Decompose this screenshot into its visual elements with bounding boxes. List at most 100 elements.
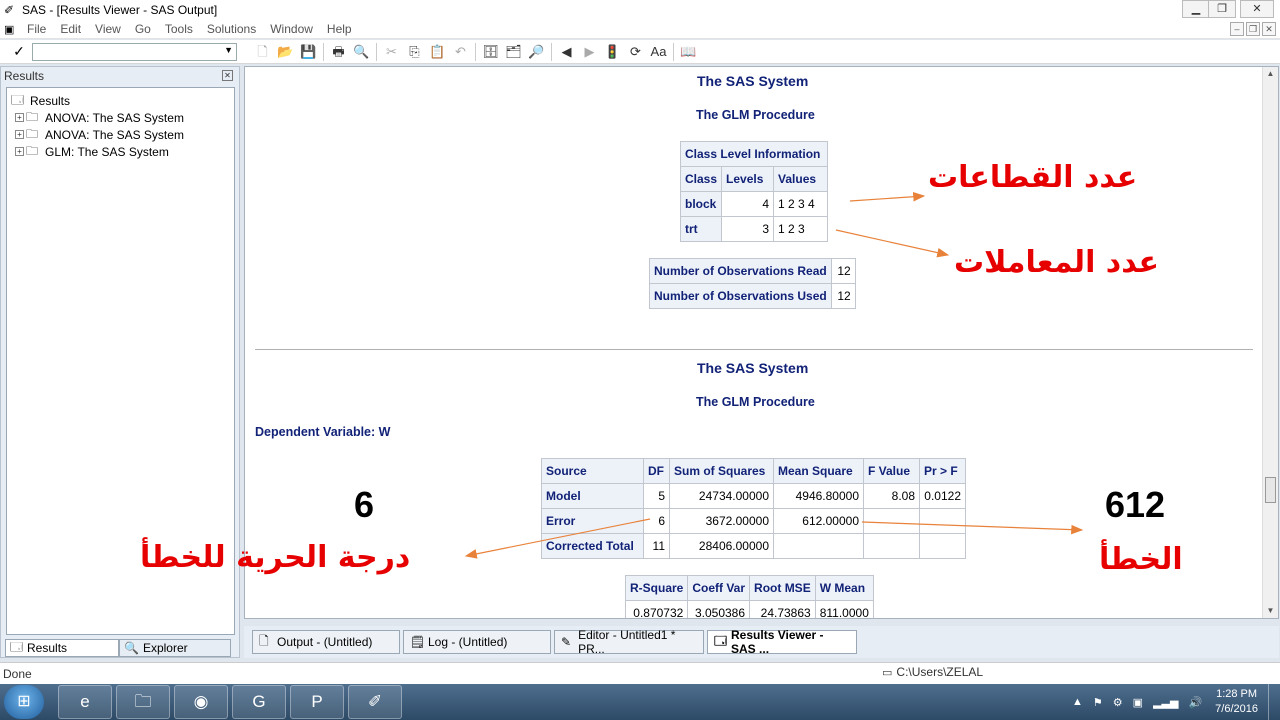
class-table-caption: Class Level Information bbox=[679, 141, 829, 167]
tree-item[interactable]: + 🗀 GLM: The SAS System bbox=[7, 143, 234, 160]
menu-file[interactable]: File bbox=[20, 22, 53, 36]
fit-header: Coeff Var bbox=[687, 575, 751, 601]
mdi-restore-button[interactable]: ❐ bbox=[1246, 22, 1260, 36]
usb-icon[interactable]: ⚙ bbox=[1113, 696, 1123, 709]
refresh-icon[interactable]: ⟳ bbox=[624, 42, 647, 62]
menu-help[interactable]: Help bbox=[320, 22, 359, 36]
chevron-down-icon[interactable]: ▼ bbox=[224, 45, 233, 55]
device-icon[interactable]: ▣ bbox=[1133, 696, 1143, 709]
table-row: Number of Observations Read 12 bbox=[649, 258, 856, 284]
current-directory[interactable]: ▭ C:\Users\ZELAL bbox=[882, 665, 983, 679]
internet-explorer-icon[interactable]: e bbox=[58, 685, 112, 719]
command-box[interactable]: ▼ bbox=[32, 42, 237, 61]
font-icon[interactable]: Aa bbox=[647, 42, 670, 62]
open-icon[interactable]: 📂 bbox=[274, 42, 297, 62]
menu-solutions[interactable]: Solutions bbox=[200, 22, 263, 36]
tree-item-label: ANOVA: The SAS System bbox=[45, 110, 184, 125]
forward-icon[interactable]: ▶ bbox=[578, 42, 601, 62]
close-button[interactable]: ✕ bbox=[1240, 0, 1274, 18]
tab-results-viewer-label: Results Viewer - SAS ... bbox=[731, 628, 824, 656]
back-icon[interactable]: ◀ bbox=[555, 42, 578, 62]
menu-edit[interactable]: Edit bbox=[53, 22, 88, 36]
table-cell: Error bbox=[541, 508, 644, 534]
paste-icon[interactable]: 📋 bbox=[426, 42, 449, 62]
table-row: Error 6 3672.00000 612.00000 bbox=[541, 508, 966, 534]
cut-icon[interactable]: ✂ bbox=[380, 42, 403, 62]
show-desktop-button[interactable] bbox=[1268, 684, 1280, 720]
scroll-thumb[interactable] bbox=[1265, 477, 1276, 503]
help-icon[interactable]: 📖 bbox=[677, 42, 700, 62]
table-cell: 12 bbox=[830, 258, 856, 284]
start-button[interactable]: ⊞ bbox=[4, 685, 44, 719]
print-preview-icon[interactable]: 🔍 bbox=[350, 42, 373, 62]
find-icon[interactable]: 🔎 bbox=[525, 42, 548, 62]
scroll-up-icon[interactable]: ▲ bbox=[1263, 67, 1278, 81]
folder-icon: 🗀 bbox=[26, 144, 39, 158]
fit-statistics-table: R-Square Coeff Var Root MSE W Mean 0.870… bbox=[624, 575, 874, 618]
pdf-reader-icon[interactable]: G bbox=[232, 685, 286, 719]
menu-go[interactable]: Go bbox=[128, 22, 158, 36]
section2-title: The SAS System bbox=[697, 360, 809, 376]
show-hidden-icons-icon[interactable]: ▲ bbox=[1072, 696, 1083, 708]
print-icon[interactable]: 🖶 bbox=[327, 42, 350, 62]
vertical-scrollbar[interactable]: ▲ ▼ bbox=[1262, 67, 1278, 618]
anova-header: Pr > F bbox=[919, 458, 966, 484]
volume-icon[interactable]: 🔊 bbox=[1188, 696, 1202, 709]
tree-item[interactable]: + 🗀 ANOVA: The SAS System bbox=[7, 126, 234, 143]
table-row: Corrected Total 11 28406.00000 bbox=[541, 533, 966, 559]
scroll-down-icon[interactable]: ▼ bbox=[1263, 604, 1278, 618]
expand-icon[interactable]: + bbox=[15, 147, 24, 156]
mdi-minimize-button[interactable]: – bbox=[1230, 22, 1244, 36]
tree-item[interactable]: + 🗀 ANOVA: The SAS System bbox=[7, 109, 234, 126]
folder-icon: 🗀 bbox=[26, 127, 39, 141]
toolbar-separator bbox=[376, 42, 377, 61]
new-icon[interactable]: 🗋 bbox=[251, 42, 274, 62]
network-icon[interactable]: ▂▃▅ bbox=[1153, 696, 1178, 709]
chrome-icon[interactable]: ◉ bbox=[174, 685, 228, 719]
taskbar: ⊞ e 🗀 ◉ G P ✐ ▲ ⚑ ⚙ ▣ ▂▃▅ 🔊 1:28 PM 7/6/… bbox=[0, 684, 1280, 720]
libraries-icon[interactable]: 🗄 bbox=[479, 42, 502, 62]
fit-header: W Mean bbox=[814, 575, 874, 601]
status-bar: Done ▭ C:\Users\ZELAL bbox=[0, 662, 1280, 684]
tab-log[interactable]: 🗒 Log - (Untitled) bbox=[403, 630, 551, 654]
powerpoint-icon[interactable]: P bbox=[290, 685, 344, 719]
expand-icon[interactable]: + bbox=[15, 113, 24, 122]
menu-window[interactable]: Window bbox=[263, 22, 320, 36]
anova-header: DF bbox=[643, 458, 670, 484]
save-icon[interactable]: 💾 bbox=[297, 42, 320, 62]
results-viewer[interactable]: The SAS System The GLM Procedure Class L… bbox=[244, 66, 1279, 619]
editor-icon: ✎ bbox=[561, 635, 572, 649]
action-center-icon[interactable]: ⚑ bbox=[1093, 696, 1103, 709]
sas-icon[interactable]: ✐ bbox=[348, 685, 402, 719]
tab-output-label: Output - (Untitled) bbox=[277, 635, 373, 649]
tab-results-viewer[interactable]: 🗔 Results Viewer - SAS ... bbox=[707, 628, 857, 656]
expand-icon[interactable]: + bbox=[15, 130, 24, 139]
restore-button[interactable]: ❐ bbox=[1208, 0, 1236, 18]
minimize-button[interactable]: ▁ bbox=[1182, 0, 1210, 18]
clock[interactable]: 1:28 PM 7/6/2016 bbox=[1215, 687, 1258, 717]
tab-results[interactable]: 🗔 Results bbox=[5, 639, 119, 657]
clock-time: 1:28 PM bbox=[1216, 688, 1258, 700]
mdi-close-button[interactable]: ✕ bbox=[1262, 22, 1276, 36]
tab-output[interactable]: 🗋 Output - (Untitled) bbox=[252, 630, 400, 654]
tree-root[interactable]: 🗔 Results bbox=[7, 92, 234, 109]
undo-icon[interactable]: ↶ bbox=[449, 42, 472, 62]
output-icon: 🗋 bbox=[259, 633, 269, 648]
submit-command-check-icon[interactable]: ✓ bbox=[6, 43, 32, 60]
tab-explorer[interactable]: 🔍 Explorer bbox=[119, 639, 231, 657]
copy-icon[interactable]: ⎘ bbox=[403, 42, 426, 62]
stop-icon[interactable]: 🚦 bbox=[601, 42, 624, 62]
tab-results-label: Results bbox=[27, 641, 68, 655]
menu-view[interactable]: View bbox=[88, 22, 128, 36]
table-cell: 28406.00000 bbox=[669, 533, 774, 559]
table-row: block 4 1 2 3 4 bbox=[679, 191, 829, 217]
tab-log-label: Log - (Untitled) bbox=[428, 635, 508, 649]
window-menu-icon[interactable]: ▣ bbox=[4, 23, 20, 36]
clock-date: 7/6/2016 bbox=[1215, 703, 1258, 715]
explorer-icon[interactable]: 🗂 bbox=[502, 42, 525, 62]
table-row: 0.870732 3.050386 24.73863 811.0000 bbox=[624, 600, 874, 618]
tab-editor[interactable]: ✎ Editor - Untitled1 * PR... bbox=[554, 628, 704, 656]
file-explorer-icon[interactable]: 🗀 bbox=[116, 685, 170, 719]
close-icon[interactable]: ✕ bbox=[222, 70, 233, 81]
menu-tools[interactable]: Tools bbox=[158, 22, 200, 36]
